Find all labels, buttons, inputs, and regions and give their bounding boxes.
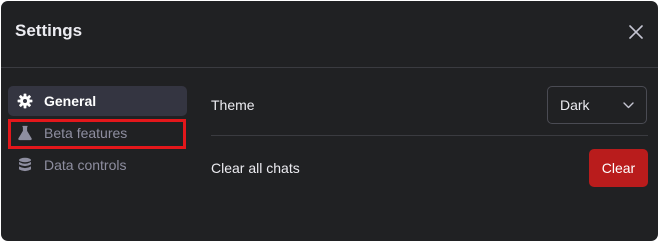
sidebar-item-label: Beta features [44, 125, 128, 141]
close-button[interactable] [625, 21, 647, 43]
sidebar-item-general[interactable]: General [8, 86, 187, 116]
sidebar-item-data-controls[interactable]: Data controls [8, 150, 187, 180]
sidebar-item-label: Data controls [44, 157, 127, 173]
divider [211, 135, 648, 136]
sidebar-item-label: General [44, 93, 97, 109]
clear-chats-label: Clear all chats [211, 160, 300, 176]
theme-select[interactable]: Dark [547, 86, 647, 124]
dialog-header: Settings [1, 1, 658, 68]
flask-icon [17, 125, 33, 141]
database-icon [17, 157, 33, 173]
dialog-title: Settings [15, 21, 83, 40]
theme-select-value: Dark [560, 97, 590, 113]
chevron-down-icon [623, 101, 634, 108]
close-icon [629, 25, 643, 39]
settings-dialog: Settings General Beta features Data cont… [1, 1, 658, 241]
sidebar-item-beta-features[interactable]: Beta features [8, 118, 187, 148]
clear-button[interactable]: Clear [589, 149, 648, 187]
theme-label: Theme [211, 97, 255, 113]
gear-icon [17, 93, 33, 109]
